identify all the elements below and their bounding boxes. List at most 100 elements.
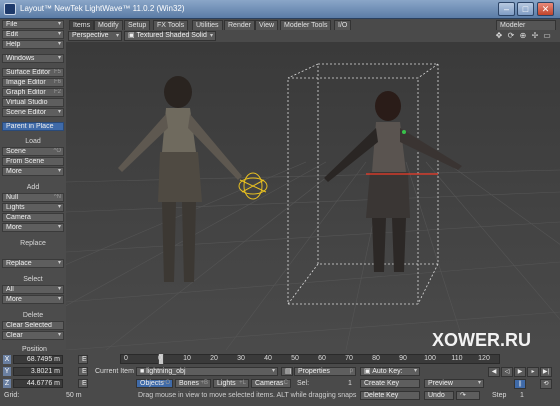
step-forward-icon[interactable]: ▸ — [527, 367, 539, 377]
pause-icon[interactable]: || — [514, 379, 526, 389]
bones-label: Bones — [179, 380, 199, 387]
add-more-menu[interactable]: More ▾ — [2, 223, 64, 232]
lights-label: Lights — [217, 380, 236, 387]
envelope-button[interactable]: E — [78, 379, 88, 388]
pan-view-icon[interactable]: ✢ — [530, 31, 540, 41]
close-button[interactable]: ✕ — [537, 2, 554, 16]
step-back-icon[interactable]: ◀ — [488, 367, 500, 377]
chevron-down-icon: ▾ — [57, 109, 61, 115]
clear-menu[interactable]: Clear ▾ — [2, 331, 64, 340]
go-to-end-icon[interactable]: ▶| — [540, 367, 552, 377]
rotate-view-icon[interactable]: ⟳ — [506, 31, 516, 41]
scene-render: XOWER.RU — [66, 42, 560, 350]
load-more-menu[interactable]: More ▾ — [2, 167, 64, 176]
render-mode-dropdown[interactable]: ▣ Textured Shaded Solid ▾ — [124, 31, 216, 41]
select-more-menu[interactable]: More ▾ — [2, 295, 64, 304]
y-position-field[interactable]: 3.8021 m — [13, 367, 63, 376]
undo-button[interactable]: Undo — [424, 391, 454, 400]
timeline-start-frame[interactable]: 0 — [116, 355, 136, 362]
grid-value[interactable]: 50 m — [66, 391, 82, 400]
delete-key-button[interactable]: Delete Key — [360, 391, 420, 400]
clear-selected-button[interactable]: Clear Selected — [2, 321, 64, 330]
edit-menu[interactable]: Edit ▾ — [2, 30, 64, 39]
tab-render[interactable]: Render — [224, 20, 255, 30]
cameras-shortcut: +C — [280, 380, 288, 386]
lights-mode-button[interactable]: Lights +L — [213, 379, 249, 388]
load-scene-button[interactable]: Scene ^O — [2, 147, 64, 156]
load-scene-shortcut: ^O — [53, 148, 61, 154]
current-item-dropdown[interactable]: ■ lightning_obj ▾ — [136, 367, 278, 376]
clear-selected-label: Clear Selected — [6, 322, 52, 329]
loop-icon[interactable]: ⟲ — [540, 379, 552, 389]
perspective-viewport[interactable]: XOWER.RU — [66, 42, 560, 350]
chevron-down-icon: ▾ — [413, 368, 417, 374]
add-lights-menu[interactable]: Lights ▾ — [2, 203, 64, 212]
select-all-menu[interactable]: All ▾ — [2, 285, 64, 294]
tab-fx-tools[interactable]: FX Tools — [153, 20, 189, 30]
tab-utilities[interactable]: Utilities — [192, 20, 223, 30]
select-more-label: More — [6, 296, 22, 303]
load-from-scene-button[interactable]: From Scene — [2, 157, 64, 166]
envelope-button[interactable]: E — [78, 367, 88, 376]
maximize-viewport-icon[interactable]: ▭ — [542, 31, 552, 41]
play-icon[interactable]: ▶ — [514, 367, 526, 377]
image-editor-button[interactable]: Image Editor F6 — [2, 78, 64, 87]
tab-modeler-tools[interactable]: Modeler Tools — [280, 20, 332, 30]
virtual-studio-button[interactable]: Virtual Studio — [2, 98, 64, 107]
move-view-icon[interactable]: ✥ — [494, 31, 504, 41]
tab-setup[interactable]: Setup — [124, 20, 151, 30]
tab-io[interactable]: I/O — [334, 20, 352, 30]
surface-editor-label: Surface Editor — [6, 69, 51, 76]
objects-label: Objects — [140, 380, 164, 387]
properties-button[interactable]: Properties p — [294, 367, 356, 376]
item-list-icon[interactable]: ▤ — [281, 367, 293, 376]
properties-label: Properties — [298, 368, 330, 375]
timeline-tick: 100 — [424, 355, 436, 362]
chevron-down-icon: ▾ — [57, 168, 61, 174]
tab-modify[interactable]: Modify — [94, 20, 123, 30]
add-null-label: Null — [6, 194, 19, 201]
surface-editor-button[interactable]: Surface Editor F5 — [2, 68, 64, 77]
parent-in-place-label: Parent in Place — [6, 123, 54, 130]
chevron-down-icon: ▾ — [57, 260, 61, 266]
z-position-field[interactable]: 44.6776 m — [13, 379, 63, 388]
auto-key-toggle[interactable]: ▣ Auto Key: ▾ — [360, 367, 420, 376]
bones-mode-button[interactable]: Bones +B — [175, 379, 211, 388]
minimize-button[interactable]: – — [498, 2, 515, 16]
scene-editor-button[interactable]: Scene Editor ▾ — [2, 108, 64, 117]
scene-editor-label: Scene Editor — [6, 109, 47, 116]
x-position-field[interactable]: 68.7495 m — [13, 355, 63, 364]
parent-in-place-toggle[interactable]: Parent in Place — [2, 122, 64, 131]
windows-menu[interactable]: Windows ▾ — [2, 54, 64, 63]
tab-bar: Items Modify Setup FX Tools Utilities Re… — [66, 19, 560, 30]
objects-mode-button[interactable]: Objects +O — [136, 379, 173, 388]
replace-menu[interactable]: Replace ▾ — [2, 259, 64, 268]
graph-editor-button[interactable]: Graph Editor F2 — [2, 88, 64, 97]
add-camera-button[interactable]: Camera — [2, 213, 64, 222]
tab-view[interactable]: View — [255, 20, 279, 30]
help-menu[interactable]: Help ▾ — [2, 40, 64, 49]
file-menu[interactable]: File ▾ — [2, 20, 64, 29]
view-mode-dropdown[interactable]: Perspective ▾ — [68, 31, 122, 41]
envelope-button[interactable]: E — [78, 355, 88, 364]
redo-button[interactable]: ↷ — [456, 391, 480, 400]
create-key-button[interactable]: Create Key — [360, 379, 420, 388]
preview-dropdown[interactable]: Preview ▾ — [424, 379, 484, 388]
chevron-down-icon: ▾ — [477, 380, 481, 386]
zoom-view-icon[interactable]: ⊕ — [518, 31, 528, 41]
edit-menu-label: Edit — [6, 31, 19, 38]
cameras-mode-button[interactable]: Cameras +C — [251, 379, 291, 388]
add-null-button[interactable]: Null ^N — [2, 193, 64, 202]
play-reverse-icon[interactable]: ◁ — [501, 367, 513, 377]
maximize-button[interactable]: □ — [517, 2, 534, 16]
select-all-label: All — [6, 286, 14, 293]
timeline-tick: 70 — [345, 355, 353, 362]
modeler-button[interactable]: Modeler — [496, 20, 556, 30]
tab-items[interactable]: Items — [69, 20, 95, 30]
load-section-header: Load — [25, 138, 41, 145]
step-value[interactable]: 1 — [520, 391, 524, 400]
add-camera-label: Camera — [6, 214, 31, 221]
grid-label: Grid: — [4, 392, 20, 399]
sel-value: 1 — [348, 380, 352, 387]
chevron-down-icon: ▾ — [57, 296, 61, 302]
